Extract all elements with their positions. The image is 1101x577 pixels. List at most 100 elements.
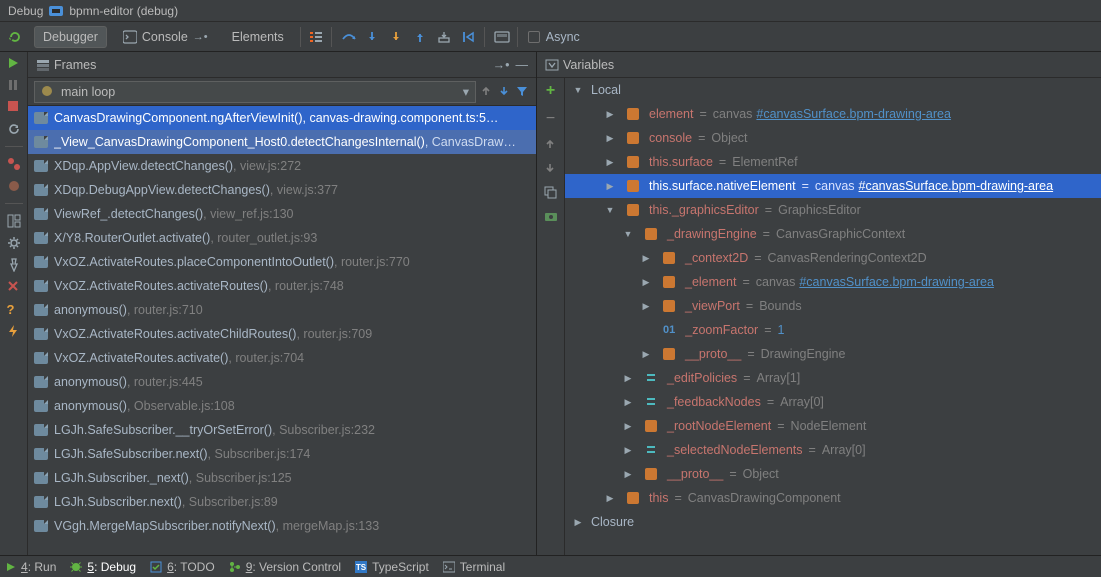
remove-watch-icon[interactable]: − xyxy=(546,110,555,128)
scope-local[interactable]: Local xyxy=(565,78,1101,102)
help-icon[interactable]: ? xyxy=(7,302,21,316)
frame-item[interactable]: VGgh.MergeMapSubscriber.notifyNext(), me… xyxy=(28,514,536,538)
twisty-icon[interactable] xyxy=(605,109,615,120)
var-row[interactable]: 01_zoomFactor = 1 xyxy=(565,318,1101,342)
twisty-icon[interactable] xyxy=(605,133,615,144)
twisty-icon[interactable] xyxy=(623,397,633,408)
hide-icon[interactable]: — xyxy=(516,58,529,72)
frame-item[interactable]: VxOZ.ActivateRoutes.activate(), router.j… xyxy=(28,346,536,370)
step-into-icon[interactable] xyxy=(365,30,379,44)
stop-icon[interactable] xyxy=(7,100,21,114)
status-todo[interactable]: 6: TODO xyxy=(150,560,215,574)
var-row[interactable]: this.surface.nativeElement = canvas#canv… xyxy=(565,174,1101,198)
frame-item[interactable]: VxOZ.ActivateRoutes.activateChildRoutes(… xyxy=(28,322,536,346)
twisty-icon[interactable] xyxy=(641,253,651,264)
var-row[interactable]: __proto__ = Object xyxy=(565,462,1101,486)
status-typescript[interactable]: TS TypeScript xyxy=(355,560,429,574)
next-frame-icon[interactable] xyxy=(498,85,512,99)
step-over-icon[interactable] xyxy=(341,30,355,44)
thunder-icon[interactable] xyxy=(7,324,21,338)
var-row[interactable]: this._graphicsEditor = GraphicsEditor xyxy=(565,198,1101,222)
frame-item[interactable]: CanvasDrawingComponent.ngAfterViewInit()… xyxy=(28,106,536,130)
twisty-icon[interactable] xyxy=(623,421,633,432)
var-row[interactable]: _element = canvas#canvasSurface.bpm-draw… xyxy=(565,270,1101,294)
var-row[interactable]: _drawingEngine = CanvasGraphicContext xyxy=(565,222,1101,246)
frame-item[interactable]: VxOZ.ActivateRoutes.activateRoutes(), ro… xyxy=(28,274,536,298)
restore-layout-icon[interactable]: →• xyxy=(493,58,510,72)
tab-console[interactable]: Console →• xyxy=(115,26,216,48)
rerun-icon[interactable] xyxy=(8,30,22,44)
twisty-icon[interactable] xyxy=(605,493,615,504)
status-terminal[interactable]: Terminal xyxy=(443,560,505,574)
resume-icon[interactable] xyxy=(7,56,21,70)
frame-item[interactable]: LGJh.Subscriber._next(), Subscriber.js:1… xyxy=(28,466,536,490)
layout-icon[interactable] xyxy=(7,214,21,228)
prev-frame-icon[interactable] xyxy=(480,85,494,99)
thread-selector[interactable]: main loop ▾ xyxy=(34,81,476,103)
frame-item[interactable]: anonymous(), router.js:445 xyxy=(28,370,536,394)
var-row[interactable]: this = CanvasDrawingComponent xyxy=(565,486,1101,510)
twisty-icon[interactable] xyxy=(641,301,651,312)
var-row[interactable]: __proto__ = DrawingEngine xyxy=(565,342,1101,366)
var-row[interactable]: _selectedNodeElements = Array[0] xyxy=(565,438,1101,462)
mute-breakpoints-icon[interactable] xyxy=(7,179,21,193)
run-to-cursor-icon[interactable] xyxy=(461,30,475,44)
status-run[interactable]: 4: Run xyxy=(6,560,56,574)
evaluate-icon[interactable] xyxy=(494,30,508,44)
frame-item[interactable]: XDqp.DebugAppView.detectChanges(), view.… xyxy=(28,178,536,202)
var-row[interactable]: this.surface = ElementRef xyxy=(565,150,1101,174)
pin-tab-icon[interactable] xyxy=(7,258,21,272)
close-icon[interactable] xyxy=(7,280,21,294)
move-up-icon[interactable] xyxy=(544,138,558,152)
tab-elements[interactable]: Elements xyxy=(224,26,292,48)
vars-tree[interactable]: Localelement = canvas#canvasSurface.bpm-… xyxy=(565,78,1101,555)
var-row[interactable]: _context2D = CanvasRenderingContext2D xyxy=(565,246,1101,270)
frame-item[interactable]: LGJh.SafeSubscriber.__tryOrSetError(), S… xyxy=(28,418,536,442)
var-row[interactable]: element = canvas#canvasSurface.bpm-drawi… xyxy=(565,102,1101,126)
show-exec-point-icon[interactable] xyxy=(309,30,323,44)
frame-item[interactable]: LGJh.SafeSubscriber.next(), Subscriber.j… xyxy=(28,442,536,466)
step-out-icon[interactable] xyxy=(413,30,427,44)
frame-item[interactable]: anonymous(), Observable.js:108 xyxy=(28,394,536,418)
var-row[interactable]: _editPolicies = Array[1] xyxy=(565,366,1101,390)
twisty-icon[interactable] xyxy=(623,229,633,239)
frame-list[interactable]: CanvasDrawingComponent.ngAfterViewInit()… xyxy=(28,106,536,555)
tab-debugger[interactable]: Debugger xyxy=(34,26,107,48)
scope-closure[interactable]: Closure xyxy=(565,510,1101,534)
frame-item[interactable]: XDqp.AppView.detectChanges(), view.js:27… xyxy=(28,154,536,178)
twisty-icon[interactable] xyxy=(605,205,615,215)
restart-frame-icon[interactable] xyxy=(7,122,21,136)
var-row[interactable]: _feedbackNodes = Array[0] xyxy=(565,390,1101,414)
filter-icon[interactable] xyxy=(516,85,530,99)
twisty-icon[interactable] xyxy=(641,277,651,288)
frame-item[interactable]: LGJh.Subscriber.next(), Subscriber.js:89 xyxy=(28,490,536,514)
view-breakpoints-icon[interactable] xyxy=(7,157,21,171)
frame-item[interactable]: X/Y8.RouterOutlet.activate(), router_out… xyxy=(28,226,536,250)
twisty-icon[interactable] xyxy=(623,373,633,384)
twisty-icon[interactable] xyxy=(573,85,583,95)
twisty-icon[interactable] xyxy=(623,445,633,456)
status-vcs[interactable]: 9: Version Control xyxy=(229,560,341,574)
twisty-icon[interactable] xyxy=(605,181,615,192)
frame-item[interactable]: ViewRef_.detectChanges(), view_ref.js:13… xyxy=(28,202,536,226)
twisty-icon[interactable] xyxy=(623,469,633,480)
var-row[interactable]: console = Object xyxy=(565,126,1101,150)
show-watches-icon[interactable] xyxy=(544,210,558,224)
twisty-icon[interactable] xyxy=(605,157,615,168)
twisty-icon[interactable] xyxy=(641,349,651,360)
frame-item[interactable]: anonymous(), router.js:710 xyxy=(28,298,536,322)
twisty-icon[interactable] xyxy=(573,517,583,528)
copy-icon[interactable] xyxy=(544,186,558,200)
settings-icon[interactable] xyxy=(7,236,21,250)
pause-icon[interactable] xyxy=(7,78,21,92)
frame-item[interactable]: VxOZ.ActivateRoutes.placeComponentIntoOu… xyxy=(28,250,536,274)
force-step-into-icon[interactable] xyxy=(389,30,403,44)
move-down-icon[interactable] xyxy=(544,162,558,176)
drop-frame-icon[interactable] xyxy=(437,30,451,44)
frame-item[interactable]: _View_CanvasDrawingComponent_Host0.detec… xyxy=(28,130,536,154)
pin-icon[interactable]: →• xyxy=(193,31,208,43)
status-debug[interactable]: 5: Debug xyxy=(70,560,136,574)
var-row[interactable]: _rootNodeElement = NodeElement xyxy=(565,414,1101,438)
var-row[interactable]: _viewPort = Bounds xyxy=(565,294,1101,318)
async-checkbox[interactable] xyxy=(528,31,540,43)
